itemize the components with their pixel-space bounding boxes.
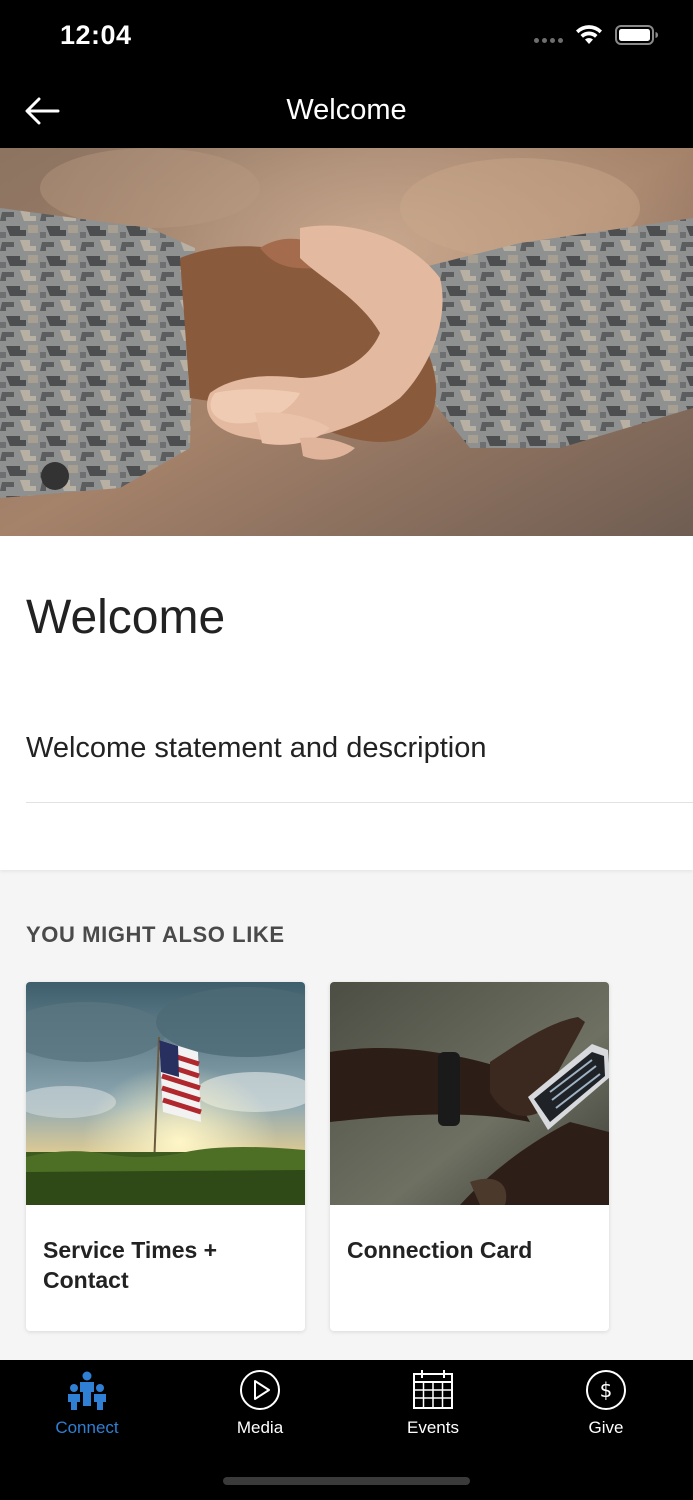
home-indicator[interactable]	[223, 1477, 470, 1485]
card-title: Service Times + Contact	[43, 1237, 218, 1293]
card-title: Connection Card	[347, 1237, 533, 1263]
wifi-icon	[576, 25, 602, 44]
battery-icon	[615, 25, 658, 45]
calendar-icon	[413, 1370, 453, 1409]
dollar-circle-icon: $	[586, 1370, 626, 1410]
tab-connect[interactable]: Connect	[17, 1368, 157, 1448]
status-icons	[534, 24, 659, 46]
svg-text:$: $	[600, 1378, 613, 1402]
card-connection-card[interactable]: Connection Card	[330, 982, 609, 1331]
tab-label: Connect	[55, 1418, 119, 1437]
tab-media[interactable]: Media	[190, 1368, 330, 1448]
divider	[26, 802, 693, 803]
tab-label: Give	[588, 1418, 624, 1437]
card-thumbnail	[330, 982, 609, 1205]
page-description: Welcome statement and description	[26, 732, 487, 764]
card-service-times[interactable]: Service Times + Contact	[26, 982, 305, 1331]
card-thumbnail	[26, 982, 305, 1205]
hero-image	[0, 148, 693, 536]
section-label: YOU MIGHT ALSO LIKE	[26, 922, 285, 947]
page-title: Welcome	[26, 591, 226, 644]
header-title: Welcome	[286, 94, 407, 126]
play-circle-icon	[240, 1370, 280, 1410]
content-section: Welcome Welcome statement and descriptio…	[0, 536, 693, 870]
tab-events[interactable]: Events	[363, 1368, 503, 1448]
tab-give[interactable]: $ Give	[536, 1368, 676, 1448]
top-bar: 12:04 Welcome	[0, 0, 693, 148]
cellular-signal-icon	[534, 37, 563, 43]
people-icon	[68, 1371, 106, 1410]
tab-label: Media	[236, 1418, 284, 1437]
status-time: 12:04	[60, 20, 132, 50]
tab-label: Events	[407, 1418, 459, 1437]
